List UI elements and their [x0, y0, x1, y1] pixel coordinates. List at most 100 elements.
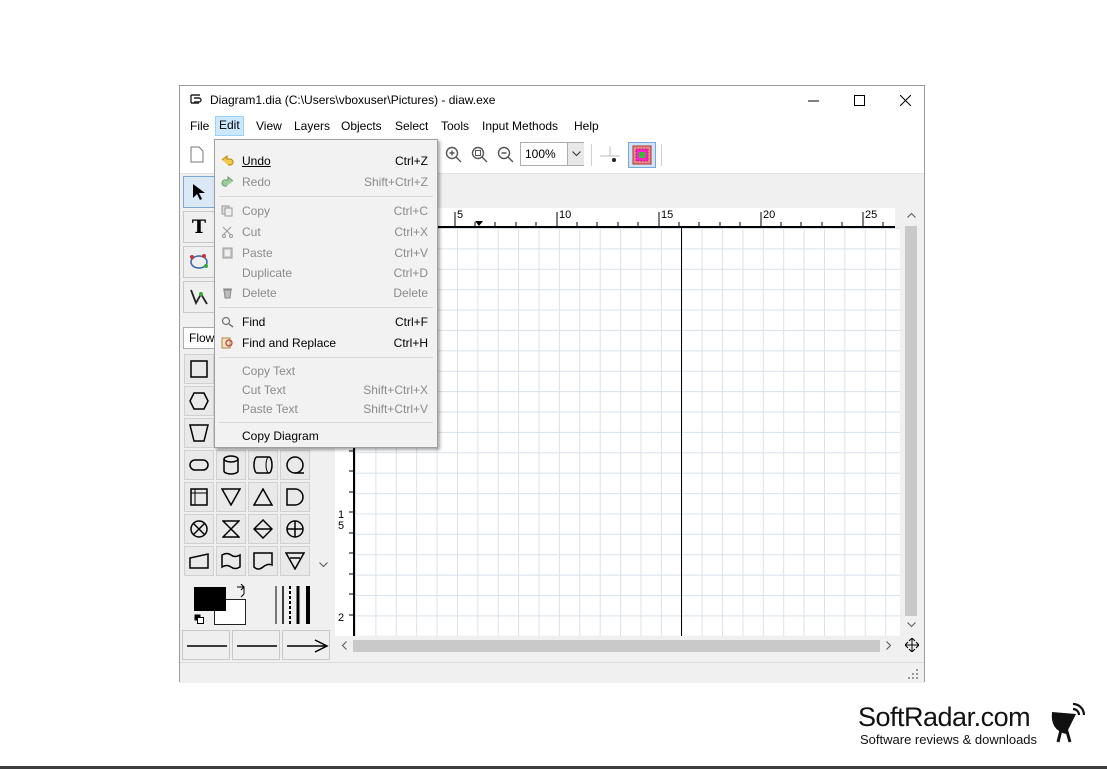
horizontal-scrollbar[interactable]	[335, 636, 903, 654]
guide-line[interactable]	[681, 228, 682, 636]
menu-separator	[219, 422, 433, 423]
menu-objects[interactable]: Objects	[338, 117, 385, 135]
menu-tools[interactable]: Tools	[438, 117, 472, 135]
extract-shape[interactable]	[248, 482, 278, 512]
pointer-tool[interactable]	[183, 176, 215, 208]
line-tool[interactable]	[183, 281, 215, 313]
document-shape[interactable]	[248, 546, 278, 576]
swap-colors-icon[interactable]	[234, 584, 248, 598]
horizontal-scroll-thumb[interactable]	[353, 640, 880, 652]
menu-item-copy-text[interactable]: Copy Text	[215, 361, 437, 381]
chevron-down-icon[interactable]	[907, 622, 916, 628]
text-tool[interactable]: T	[183, 211, 215, 243]
minimize-button[interactable]	[790, 86, 836, 114]
triangle-up-icon	[253, 488, 273, 506]
vertical-scrollbar[interactable]	[903, 208, 919, 636]
menu-help[interactable]: Help	[571, 117, 602, 135]
zoom-dropdown-button[interactable]	[567, 143, 584, 165]
sort-shape[interactable]	[248, 514, 278, 544]
menu-layers[interactable]: Layers	[291, 117, 333, 135]
navigate-move-icon[interactable]	[905, 638, 919, 652]
drum-icon	[253, 456, 273, 474]
magnetic-disk-shape[interactable]	[216, 450, 246, 480]
chevron-down-icon	[571, 151, 581, 157]
delay-shape[interactable]	[280, 482, 310, 512]
text-t-icon: T	[191, 216, 207, 238]
softradar-watermark: SoftRadar.com Software reviews & downloa…	[858, 702, 1037, 747]
toolbar-separator	[661, 144, 662, 166]
satellite-dish-icon	[1051, 702, 1086, 743]
start-arrow-selector[interactable]	[182, 630, 230, 660]
modify-tool[interactable]	[183, 246, 215, 278]
internal-storage-shape[interactable]	[184, 482, 214, 512]
foreground-color-front	[194, 587, 226, 611]
manual-operation-shape[interactable]	[184, 418, 214, 448]
summing-junction-shape[interactable]	[184, 514, 214, 544]
process-shape[interactable]	[184, 354, 214, 384]
sequential-storage-shape[interactable]	[280, 450, 310, 480]
menu-item-redo[interactable]: Redo Shift+Ctrl+Z	[215, 172, 437, 192]
resize-grip-icon[interactable]	[908, 669, 918, 679]
undo-icon	[221, 155, 234, 166]
zoom-value[interactable]: 100%	[525, 147, 556, 161]
collate-shape[interactable]	[216, 514, 246, 544]
manual-input-icon	[189, 553, 209, 569]
new-document-icon[interactable]	[190, 146, 204, 163]
zoom-out-icon[interactable]	[497, 146, 515, 164]
watermark-title: SoftRadar.com	[858, 702, 1031, 732]
menu-item-cut[interactable]: Cut Ctrl+X	[215, 222, 437, 242]
chevron-down-icon[interactable]	[319, 562, 328, 568]
rounded-terminal-icon	[189, 459, 209, 471]
punched-tape-icon	[221, 552, 241, 570]
menu-view[interactable]: View	[253, 117, 285, 135]
menu-item-copy-diagram[interactable]: Copy Diagram	[215, 426, 437, 446]
find-icon	[221, 316, 234, 328]
close-button[interactable]	[882, 86, 928, 114]
maximize-button[interactable]	[836, 86, 882, 114]
menu-item-undo[interactable]: Undo Ctrl+Z	[215, 151, 437, 171]
watermark-subtitle: Software reviews & downloads	[860, 732, 1038, 747]
reset-colors-icon[interactable]	[194, 614, 204, 624]
or-shape[interactable]	[280, 514, 310, 544]
punched-tape-shape[interactable]	[216, 546, 246, 576]
zoom-combo[interactable]: 100%	[520, 142, 584, 166]
zoom-in-icon[interactable]	[445, 146, 463, 164]
snap-to-grid-icon[interactable]	[598, 144, 622, 168]
menu-item-cut-text[interactable]: Cut Text Shift+Ctrl+X	[215, 380, 437, 400]
menu-item-copy[interactable]: Copy Ctrl+C	[215, 201, 437, 221]
off-page-connector-shape[interactable]	[280, 546, 310, 576]
line-style-selector[interactable]	[232, 630, 280, 660]
chevron-left-icon[interactable]	[341, 641, 347, 650]
chevron-up-icon[interactable]	[907, 212, 916, 218]
show-connection-points-button[interactable]	[628, 142, 656, 168]
plain-line-icon	[187, 645, 227, 647]
vertical-scroll-thumb[interactable]	[905, 226, 917, 616]
diamond-line-icon	[253, 519, 273, 539]
chevron-right-icon[interactable]	[886, 641, 892, 650]
connection-points-icon	[632, 145, 652, 165]
menu-item-duplicate[interactable]: Duplicate Ctrl+D	[215, 263, 437, 283]
manual-input-shape[interactable]	[184, 546, 214, 576]
menu-item-delete[interactable]: Delete Delete	[215, 283, 437, 303]
preparation-shape[interactable]	[184, 386, 214, 416]
merge-shape[interactable]	[216, 482, 246, 512]
menu-item-paste[interactable]: Paste Ctrl+V	[215, 243, 437, 263]
menu-item-paste-text[interactable]: Paste Text Shift+Ctrl+V	[215, 399, 437, 419]
ruler-label: 15	[661, 209, 674, 221]
ruler-label: 5	[457, 209, 464, 221]
paste-icon	[222, 247, 233, 259]
ruler-label: 20	[763, 209, 776, 221]
menu-select[interactable]: Select	[392, 117, 431, 135]
menu-file[interactable]: File	[187, 117, 212, 135]
menu-input-methods[interactable]: Input Methods	[479, 117, 561, 135]
find-replace-icon	[221, 337, 233, 349]
menu-item-find-replace[interactable]: Find and Replace Ctrl+H	[215, 333, 437, 353]
menu-edit[interactable]: Edit	[215, 116, 244, 136]
terminal-shape[interactable]	[184, 450, 214, 480]
menu-item-find[interactable]: Find Ctrl+F	[215, 312, 437, 332]
end-arrow-selector[interactable]	[282, 630, 330, 660]
zoom-fit-icon[interactable]	[471, 146, 489, 164]
dia-app-icon	[190, 94, 202, 104]
direct-access-storage-shape[interactable]	[248, 450, 278, 480]
line-width-icon[interactable]	[274, 584, 316, 626]
